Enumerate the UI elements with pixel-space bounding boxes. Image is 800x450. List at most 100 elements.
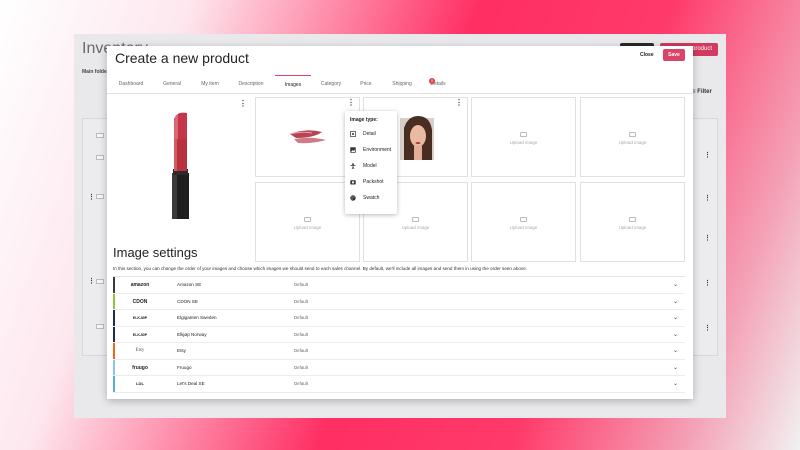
channel-logo: CDON <box>132 298 148 305</box>
upload-image-label: Upload image <box>401 225 430 230</box>
channel-row[interactable]: CDON CDON SE Default ⌄ <box>113 293 685 310</box>
background-row-menu-icon: ⋮ <box>704 152 711 159</box>
menu-item-label: Model <box>363 163 377 169</box>
upload-image-label: Upload image <box>293 225 322 230</box>
chevron-down-icon[interactable]: ⌄ <box>673 327 678 343</box>
upload-image-button[interactable]: Upload image <box>364 217 467 230</box>
upload-image-button[interactable]: Upload image <box>256 217 359 230</box>
tab-my-item[interactable]: My item <box>197 75 223 94</box>
background-row-checkbox <box>96 155 104 160</box>
channel-list: amazon Amazon SE Default ⌄ CDON CDON SE … <box>113 276 685 399</box>
background-row-menu-icon: ⋮ <box>704 325 711 332</box>
channel-setting: Default <box>294 331 308 337</box>
channel-name: Elgiganten Sweden <box>177 315 217 320</box>
background-row-menu-icon: ⋮ <box>704 235 711 242</box>
chevron-down-icon[interactable]: ⌄ <box>673 343 678 359</box>
channel-logo: ELKJØP <box>132 316 148 320</box>
tab-shipping[interactable]: Shipping <box>387 75 417 94</box>
upload-image-label: Upload image <box>618 225 647 230</box>
menu-item-label: Environment <box>363 147 392 153</box>
chevron-down-icon[interactable]: ⌄ <box>673 360 678 376</box>
background-row-checkbox <box>96 133 104 138</box>
menu-item-model[interactable]: Model <box>350 161 377 171</box>
background-filter-label: Filter <box>697 89 712 95</box>
menu-item-swatch[interactable]: Swatch <box>350 193 379 203</box>
channel-row[interactable]: ELKJØP Elgiganten Sweden Default ⌄ <box>113 310 685 327</box>
menu-item-detail[interactable]: Detail <box>350 129 376 139</box>
camera-icon <box>629 217 636 222</box>
image-slot-empty[interactable]: Upload image <box>471 97 576 177</box>
image-slot-empty[interactable]: Upload image <box>580 182 685 262</box>
tab-description[interactable]: Description <box>235 75 267 94</box>
camera-icon <box>629 132 636 137</box>
upload-image-button[interactable]: Upload image <box>581 132 684 145</box>
detail-icon <box>350 130 356 137</box>
channel-name: Amazon SE <box>177 282 202 287</box>
channel-row[interactable]: fruugo Fruugo Default ⌄ <box>113 359 685 376</box>
chevron-down-icon[interactable]: ⌄ <box>673 294 678 310</box>
channel-name: Elkjøp Norway <box>177 331 207 337</box>
channel-color-bar <box>113 359 115 375</box>
chevron-down-icon[interactable]: ⌄ <box>673 277 678 293</box>
palette-icon <box>350 194 356 201</box>
channel-name: Fruugo <box>177 364 192 370</box>
menu-item-label: Detail <box>363 131 376 137</box>
channel-color-bar <box>113 277 115 293</box>
more-options-icon[interactable]: ⋮ <box>347 99 355 107</box>
camera-icon <box>520 132 527 137</box>
menu-item-environment[interactable]: Environment <box>350 145 391 155</box>
background-row-checkbox <box>96 279 104 284</box>
channel-setting: Default <box>294 381 308 386</box>
background-row-menu-icon: ⋮ <box>704 280 711 287</box>
image-slot-empty[interactable]: Upload image <box>580 97 685 177</box>
more-options-icon[interactable]: ⋮ <box>455 99 463 107</box>
modal-title: Create a new product <box>115 50 249 66</box>
channel-row[interactable]: Etsy Etsy Default ⌄ <box>113 343 685 360</box>
upload-image-label: Upload image <box>618 140 647 145</box>
channel-row[interactable]: amazon Amazon SE Default ⌄ <box>113 277 685 294</box>
chevron-down-icon[interactable]: ⌄ <box>673 376 678 392</box>
upload-image-button[interactable]: Upload image <box>472 132 575 145</box>
channel-color-bar <box>113 310 115 326</box>
image-settings-title: Image settings <box>113 245 198 260</box>
camera-icon <box>304 217 311 222</box>
upload-image-button[interactable]: Upload image <box>472 217 575 230</box>
background-row-menu-icon: ⋮ <box>88 194 95 201</box>
camera-icon <box>520 217 527 222</box>
tab-general[interactable]: General <box>159 75 185 94</box>
channel-name: Etsy <box>177 348 186 353</box>
details-badge: 0 <box>429 78 435 84</box>
channel-row[interactable]: LDL Let's Deal SE Default ⌄ <box>113 376 685 393</box>
close-button[interactable]: Close <box>640 52 654 58</box>
image-type-menu-title: Image type: <box>350 117 378 123</box>
image-icon <box>350 146 356 153</box>
channel-name: Let's Deal SE <box>177 381 205 386</box>
channel-color-bar <box>113 343 115 359</box>
tab-price[interactable]: Price <box>355 75 377 94</box>
main-image-card[interactable]: ⋮ <box>111 99 251 221</box>
channel-setting: Default <box>294 282 308 287</box>
save-button[interactable]: Save <box>663 49 685 61</box>
channel-row[interactable]: ELKJØP Elkjøp Norway Default ⌄ <box>113 326 685 343</box>
image-slot-empty[interactable]: Upload image <box>471 182 576 262</box>
tab-images[interactable]: Images <box>275 75 311 94</box>
background-row-menu-icon: ⋮ <box>88 278 95 285</box>
chevron-down-icon[interactable]: ⌄ <box>673 310 678 326</box>
channel-color-bar <box>113 293 115 309</box>
menu-item-packshot[interactable]: Packshot <box>350 177 384 187</box>
channel-setting: Default <box>294 315 308 320</box>
menu-item-label: Swatch <box>363 195 380 201</box>
channel-logo: ELKJØP <box>132 332 148 337</box>
image-type-menu: Image type: Detail Environment Model Pac… <box>345 111 397 214</box>
channel-logo: LDL <box>136 381 144 386</box>
tab-category[interactable]: Category <box>317 75 345 94</box>
channel-name: CDON SE <box>177 298 198 304</box>
menu-item-label: Packshot <box>363 179 384 185</box>
channel-logo: Etsy <box>135 348 145 353</box>
upload-image-button[interactable]: Upload image <box>581 217 684 230</box>
person-icon <box>350 162 356 169</box>
tab-details[interactable]: Details <box>425 75 451 94</box>
channel-logo: amazon <box>130 282 150 288</box>
more-options-icon[interactable]: ⋮ <box>239 100 247 108</box>
tab-dashboard[interactable]: Dashboard <box>115 75 147 94</box>
